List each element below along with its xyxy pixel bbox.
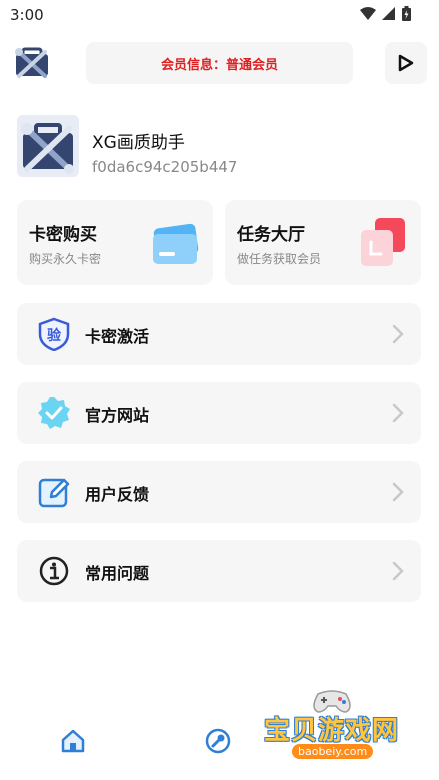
- row-faq[interactable]: 常用问题: [17, 540, 421, 602]
- verified-badge-icon: [38, 397, 70, 429]
- status-bar: 3:00: [0, 0, 439, 32]
- row-user-feedback[interactable]: 用户反馈: [17, 461, 421, 523]
- card-buy-key-subtitle: 购买永久卡密: [29, 252, 102, 266]
- watermark-url: baobeiy.com: [292, 744, 374, 759]
- device-id: f0da6c94c205b447: [92, 158, 238, 176]
- play-icon: [398, 54, 414, 72]
- chevron-right-icon: [392, 403, 404, 423]
- row-user-feedback-label: 用户反馈: [85, 485, 150, 504]
- card-task-hall-title: 任务大厅: [237, 225, 305, 245]
- cellular-signal-icon: [382, 6, 395, 20]
- verify-shield-icon: 验: [38, 317, 70, 351]
- status-icons: [360, 6, 411, 21]
- row-official-website-label: 官方网站: [85, 406, 150, 425]
- wifi-icon: [360, 6, 376, 20]
- card-task-hall-subtitle: 做任务获取会员: [237, 252, 322, 266]
- status-time: 3:00: [10, 6, 44, 24]
- profile-name: XG画质助手: [92, 133, 185, 153]
- card-buy-key-title: 卡密购买: [29, 225, 97, 245]
- row-official-website[interactable]: 官方网站: [17, 382, 421, 444]
- home-icon[interactable]: [60, 728, 86, 754]
- info-icon: [39, 556, 69, 586]
- credit-card-icon: [153, 223, 199, 264]
- task-document-icon: [361, 218, 405, 266]
- edit-feedback-icon: [38, 478, 70, 508]
- card-task-hall[interactable]: 任务大厅 做任务获取会员: [225, 200, 421, 285]
- row-key-activation[interactable]: 验 卡密激活: [17, 303, 421, 365]
- watermark-logo: 宝贝游戏网 baobeiy.com: [262, 688, 412, 780]
- play-button[interactable]: [385, 42, 427, 84]
- battery-icon: [402, 6, 411, 21]
- row-key-activation-label: 卡密激活: [85, 327, 150, 346]
- row-faq-label: 常用问题: [85, 564, 150, 583]
- member-info-badge[interactable]: 会员信息：普通会员: [86, 42, 353, 84]
- member-info-text: 会员信息：普通会员: [160, 57, 278, 73]
- tools-icon[interactable]: [205, 728, 231, 754]
- chevron-right-icon: [392, 561, 404, 581]
- watermark-brand: 宝贝游戏网: [264, 716, 400, 746]
- profile-logo-icon: [17, 115, 79, 177]
- verify-shield-char: 验: [47, 327, 62, 344]
- chevron-right-icon: [392, 324, 404, 344]
- chevron-right-icon: [392, 482, 404, 502]
- app-logo-icon[interactable]: [13, 44, 51, 82]
- card-buy-key[interactable]: 卡密购买 购买永久卡密: [17, 200, 213, 285]
